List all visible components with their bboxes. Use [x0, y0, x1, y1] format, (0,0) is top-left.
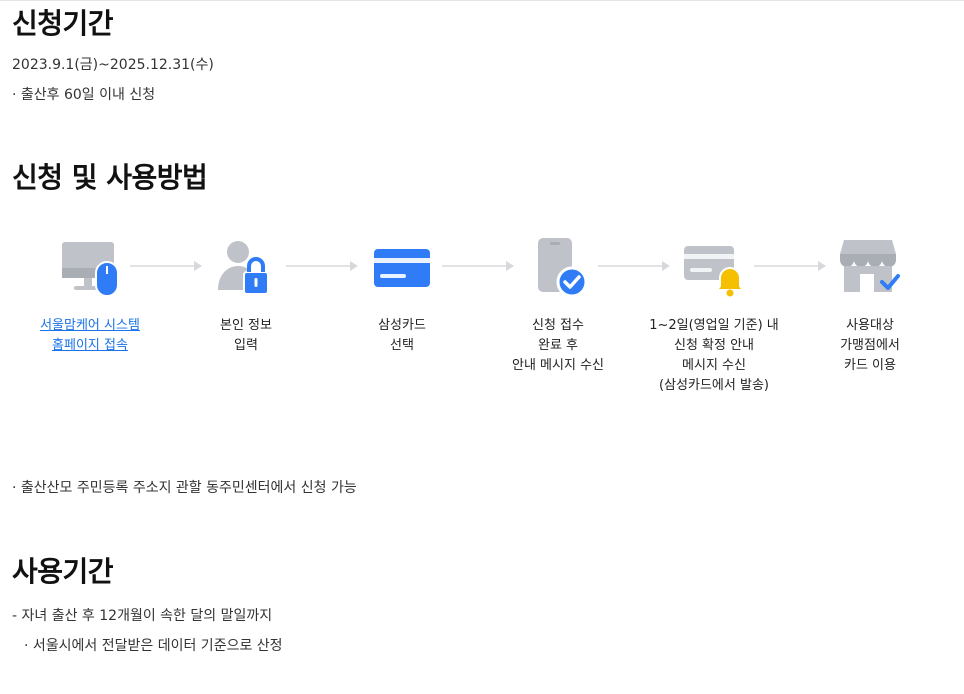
- homepage-link-line1[interactable]: 서울맘케어 시스템: [20, 316, 160, 336]
- step-label-card-select: 삼성카드 선택: [332, 316, 472, 356]
- step-receipt: 신청 접수 완료 후 안내 메시지 수신: [488, 236, 628, 376]
- method-note: · 출산산모 주민등록 주소지 관할 동주민센터에서 신청 가능: [12, 480, 357, 496]
- period-dates: 2023.9.1(금)~2025.12.31(수): [12, 57, 214, 73]
- monitor-mouse-icon: [62, 242, 119, 297]
- step-text: 가맹점에서: [840, 338, 900, 353]
- step-text: 입력: [234, 338, 258, 353]
- step-label-use-card: 사용대상 가맹점에서 카드 이용: [800, 316, 940, 376]
- phone-check-icon: [538, 238, 588, 298]
- step-card-select: 삼성카드 선택: [332, 236, 472, 356]
- step-label-confirm: 1~2일(영업일 기준) 내 신청 확정 안내 메시지 수신 (삼성카드에서 발…: [644, 316, 784, 396]
- top-divider: [0, 0, 964, 1]
- card-bell-icon: [684, 246, 745, 297]
- step-text: (삼성카드에서 발송): [659, 378, 769, 393]
- step-use-card: 사용대상 가맹점에서 카드 이용: [800, 236, 940, 376]
- step-text: 선택: [390, 338, 414, 353]
- step-homepage[interactable]: 서울맘케어 시스템 홈페이지 접속: [20, 236, 160, 356]
- step-text: 카드 이용: [844, 358, 896, 373]
- credit-card-icon: [374, 249, 430, 287]
- step-label-receipt: 신청 접수 완료 후 안내 메시지 수신: [488, 316, 628, 376]
- step-text: 신청 확정 안내: [673, 338, 755, 353]
- step-text: 사용대상: [846, 318, 894, 333]
- step-text: 본인 정보: [220, 318, 272, 333]
- usage-line2: · 서울시에서 전달받은 데이터 기준으로 산정: [24, 638, 283, 654]
- step-label-homepage[interactable]: 서울맘케어 시스템 홈페이지 접속: [20, 316, 160, 356]
- user-lock-icon: [218, 241, 269, 295]
- step-text: 완료 후: [537, 338, 578, 353]
- step-text: 안내 메시지 수신: [512, 358, 604, 373]
- period-note: · 출산후 60일 이내 신청: [12, 87, 156, 103]
- step-text: 신청 접수: [532, 318, 584, 333]
- usage-line1: - 자녀 출산 후 12개월이 속한 달의 말일까지: [12, 608, 273, 624]
- method-title: 신청 및 사용방법: [12, 161, 208, 194]
- usage-title: 사용기간: [12, 555, 114, 588]
- step-label-identity: 본인 정보 입력: [176, 316, 316, 356]
- step-text: 1~2일(영업일 기준) 내: [649, 318, 779, 333]
- step-text: 삼성카드: [378, 318, 426, 333]
- step-identity: 본인 정보 입력: [176, 236, 316, 356]
- period-title: 신청기간: [12, 7, 114, 40]
- homepage-link-line2[interactable]: 홈페이지 접속: [20, 336, 160, 356]
- store-check-icon: [840, 240, 900, 292]
- step-text: 메시지 수신: [682, 358, 746, 373]
